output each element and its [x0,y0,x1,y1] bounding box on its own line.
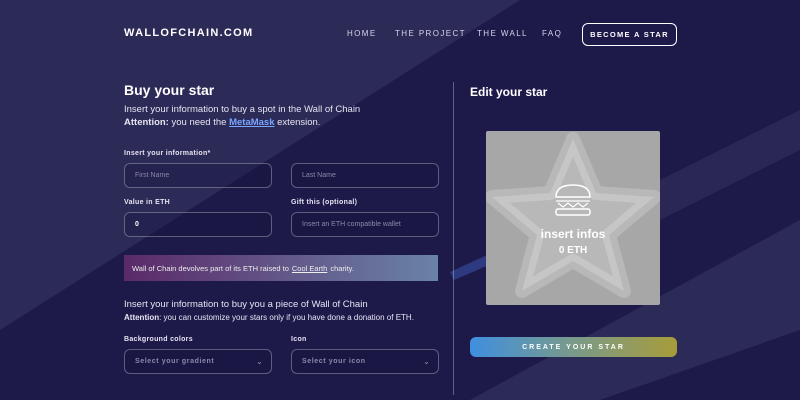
burger-icon [555,184,591,216]
piece-attention-text: : you can customize your stars only if y… [159,313,414,322]
attention-text: you need the [171,117,227,128]
piece-attention-label: Attention [124,313,160,322]
attention-line: Attention: you need the MetaMask extensi… [124,117,320,128]
piece-intro: Insert your information to buy you a pie… [124,299,368,310]
banner-text: Wall of Chain devolves part of its ETH r… [132,263,289,273]
star-preview: insert infos 0 ETH [486,131,660,305]
nav-home[interactable]: HOME [347,29,377,38]
nav-faq[interactable]: FAQ [542,29,562,38]
attention-text-end: extension. [277,117,321,128]
bg-band [640,110,800,220]
value-label: Value in ETH [124,199,170,206]
value-eth-input[interactable]: 0 [124,212,272,237]
metamask-link[interactable]: MetaMask [229,117,274,128]
gift-label: Gift this (optional) [291,199,358,206]
attention-label: Attention: [124,117,169,128]
gradient-select[interactable]: Select your gradient ⌄ [124,349,272,374]
info-label: Insert your information* [124,150,211,157]
star-name: insert infos [540,227,606,241]
piece-attention: Attention: you can customize your stars … [124,313,414,322]
first-name-input[interactable]: First Name [124,163,272,188]
star-shape-icon [486,132,660,298]
charity-banner: Wall of Chain devolves part of its ETH r… [124,255,438,281]
divider [453,82,454,395]
nav-the-wall[interactable]: THE WALL [477,29,528,38]
chevron-down-icon: ⌄ [256,358,263,366]
star-value: 0 ETH [558,245,588,256]
gradient-select-value: Select your gradient [135,358,215,365]
gift-wallet-input[interactable]: Insert an ETH compatible wallet [291,212,439,237]
create-your-star-button[interactable]: CREATE YOUR STAR [470,337,677,357]
chevron-down-icon: ⌄ [423,358,430,366]
logo[interactable]: WALLOFCHAIN.COM [124,27,253,39]
edit-title: Edit your star [470,85,548,99]
last-name-input[interactable]: Last Name [291,163,439,188]
icon-select[interactable]: Select your icon ⌄ [291,349,439,374]
icon-label: Icon [291,336,307,343]
background [0,0,800,400]
nav-the-project[interactable]: THE PROJECT [395,29,466,38]
cool-earth-link[interactable]: Cool Earth [292,264,327,273]
buy-title: Buy your star [124,82,215,98]
become-a-star-button[interactable]: BECOME A STAR [582,23,677,46]
bg-colors-label: Background colors [124,336,193,343]
buy-intro: Insert your information to buy a spot in… [124,104,361,115]
banner-text-end: charity. [330,263,354,273]
icon-select-value: Select your icon [302,358,366,365]
